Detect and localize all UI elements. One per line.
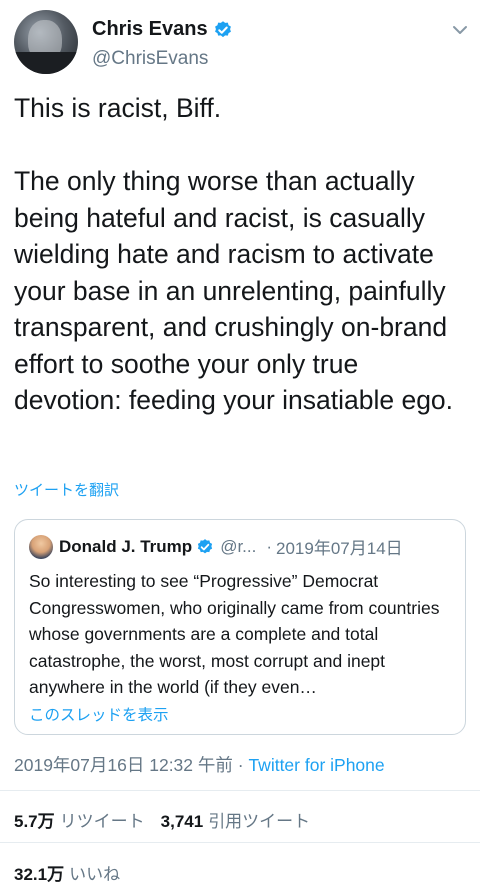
author-handle[interactable]: @ChrisEvans [92,48,208,70]
retweets-count[interactable]: 5.7万 [14,807,55,832]
avatar[interactable] [14,10,78,74]
tweet-timestamp[interactable]: 2019年07月16日 12:32 午前 [14,755,233,775]
retweets-label[interactable]: リツイート [60,807,145,832]
quotes-count[interactable]: 3,741 [161,812,204,832]
author-name[interactable]: Chris Evans [92,18,208,41]
chevron-down-icon[interactable] [450,20,470,40]
quoted-avatar [29,534,53,559]
quotes-label[interactable]: 引用ツイート [208,807,310,832]
divider [0,842,480,843]
divider [0,790,480,791]
verified-badge-icon [198,538,213,553]
tweet-client-link[interactable]: Twitter for iPhone [248,755,384,775]
likes-count[interactable]: 32.1万 [14,860,64,885]
translate-tweet-link[interactable]: ツイートを翻訳 [14,479,119,500]
quoted-author-name: Donald J. Trump [59,536,193,556]
quoted-tweet[interactable]: Donald J. Trump @r... · 2019年07月14日 So i… [14,519,466,735]
tweet-metadata: 2019年07月16日 12:32 午前 · Twitter for iPhon… [14,752,385,777]
quoted-tweet-text: So interesting to see “Progressive” Demo… [29,571,445,697]
show-thread-link[interactable]: このスレッドを表示 [29,703,169,725]
likes-label[interactable]: いいね [69,860,120,885]
likes-stats-row: 32.1万 いいね [14,860,120,885]
verified-badge-icon [214,20,231,37]
tweet-header: Chris Evans @ChrisEvans [14,10,470,76]
quoted-separator: · [266,536,273,556]
engagement-stats-row: 5.7万 リツイート 3,741 引用ツイート [14,807,310,832]
quoted-author-handle: @r... [220,536,257,556]
metadata-separator: · [232,755,249,775]
quoted-tweet-header: Donald J. Trump @r... · 2019年07月14日 [29,534,403,559]
avatar-shade [14,52,78,74]
author-name-row: Chris Evans [92,18,233,41]
quoted-date: 2019年07月14日 [276,539,403,558]
tweet-text: This is racist, Biff. The only thing wor… [14,93,454,415]
